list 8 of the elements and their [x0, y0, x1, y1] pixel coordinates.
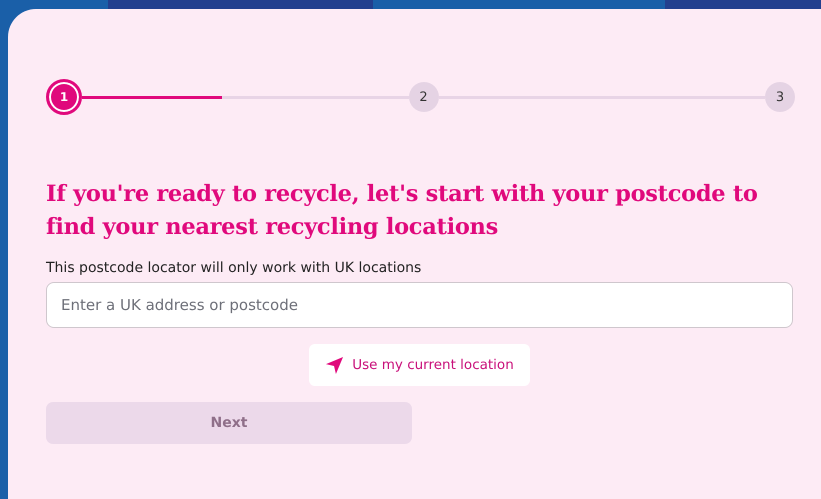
step-indicator[interactable]: 2 [408, 82, 438, 112]
step-indicator[interactable]: 1 [46, 79, 82, 115]
current-location-button[interactable]: Use my current location [309, 344, 530, 386]
heading: If you're ready to recycle, let's start with your postcode to find your nearest recycling locations [46, 180, 759, 242]
step-indicator[interactable]: 3 [765, 82, 795, 112]
hint-text: This postcode locator will only work with UK locations [46, 260, 422, 276]
address-field[interactable]: Enter a UK address or postcode [46, 282, 793, 328]
navigation-arrow-icon [325, 356, 344, 374]
